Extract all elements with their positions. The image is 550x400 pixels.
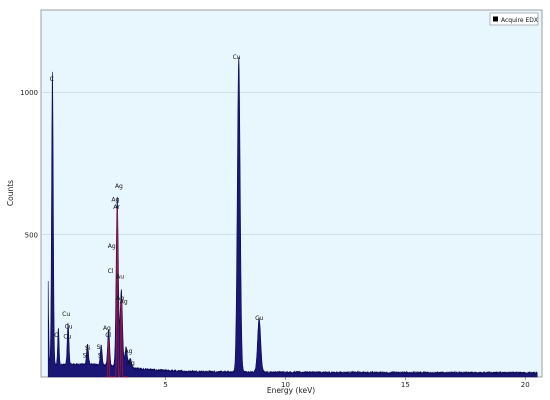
peak-label: Si: [83, 353, 89, 360]
peak-label: Cu: [63, 334, 71, 341]
legend: Acquire EDX: [489, 12, 539, 26]
peak-label: Cu: [65, 324, 73, 331]
peak-label: Cu: [255, 315, 263, 322]
peak-label: Ag: [108, 243, 116, 250]
legend-marker: [493, 16, 498, 22]
peak-label: C: [50, 76, 54, 83]
peak-label: S: [97, 344, 101, 351]
y-tick-label: 1000: [20, 89, 38, 97]
y-tick-label: 500: [25, 231, 38, 239]
peak-label: Cu: [233, 54, 241, 61]
x-axis-title: Energy (keV): [267, 386, 315, 395]
peak-label: O: [54, 332, 59, 339]
peak-label: Au: [116, 273, 124, 280]
x-axis-ticks: 5 10 15 20: [163, 377, 530, 389]
peak-label: Cl: [105, 332, 111, 339]
peak-label: Ag: [115, 183, 123, 190]
y-axis-title: Counts: [6, 180, 15, 206]
x-tick-label: 20: [521, 381, 530, 389]
y-axis-ticks: 500 1000: [20, 89, 38, 239]
peak-label: Cl: [108, 268, 114, 275]
peak-label: Ag: [125, 348, 133, 355]
peak-label: Ag: [127, 360, 135, 367]
peak-label: Ag: [111, 196, 119, 203]
peak-label: Si: [85, 345, 91, 352]
x-tick-label: 5: [163, 381, 167, 389]
peak-label: S: [98, 353, 102, 360]
peak-label: Ag: [120, 299, 128, 306]
edx-spectrum-chart: COCuCuCuSiSiSSAgClAgAgArAgClAuAgAgAgAgCu…: [6, 9, 543, 395]
x-tick-label: 15: [401, 381, 410, 389]
peak-label: Cu: [62, 311, 70, 318]
legend-entry: Acquire EDX: [501, 17, 538, 24]
peak-label: Ag: [103, 325, 111, 332]
peak-label: Ar: [113, 204, 120, 211]
